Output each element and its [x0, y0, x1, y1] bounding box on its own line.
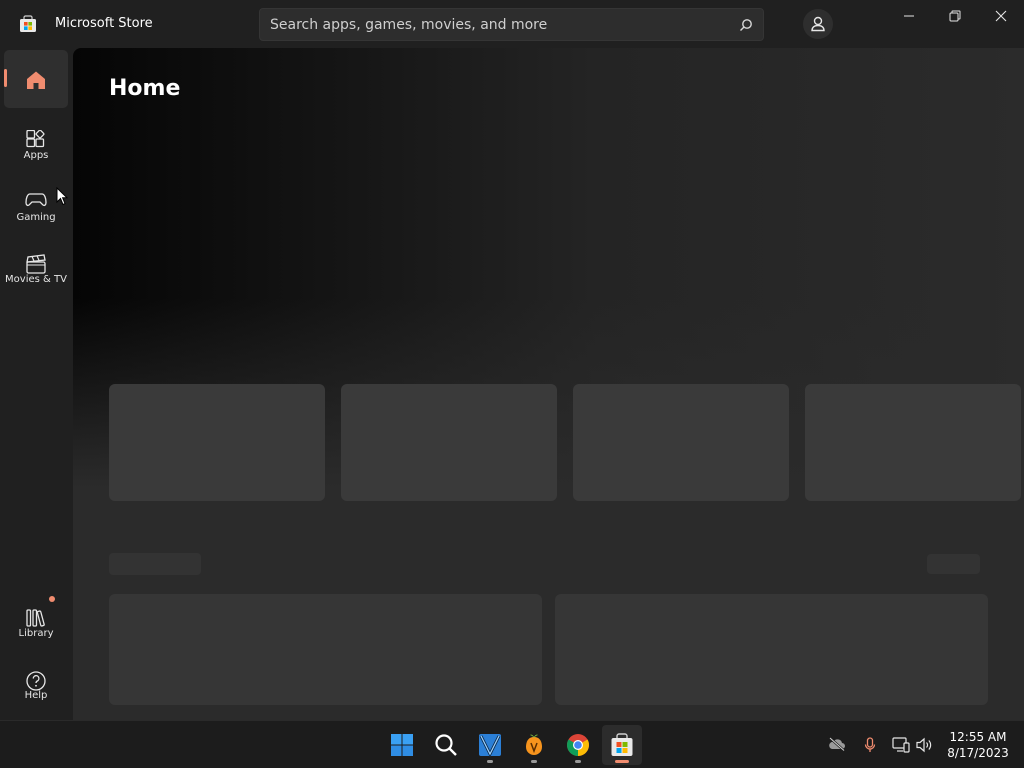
- search-icon: [435, 734, 457, 756]
- section-title-placeholder: [109, 553, 201, 575]
- sidebar: Apps Gaming Movies & TV Library Help: [0, 48, 73, 720]
- clapperboard-icon: [26, 254, 46, 274]
- fl-studio-icon: [526, 734, 542, 755]
- user-icon: [811, 16, 825, 32]
- mouse-cursor-icon: [56, 187, 68, 206]
- apps-icon: [26, 130, 45, 148]
- see-all-placeholder: [927, 554, 980, 574]
- sidebar-item-help[interactable]: Help: [4, 652, 68, 710]
- running-indicator: [575, 760, 581, 763]
- network-icon[interactable]: [892, 737, 910, 753]
- loading-card-wide[interactable]: [555, 594, 988, 705]
- sidebar-item-label: Apps: [23, 150, 49, 161]
- app-title: Microsoft Store: [55, 16, 153, 31]
- running-indicator: [487, 760, 493, 763]
- search-input[interactable]: [270, 15, 720, 35]
- sidebar-item-movies[interactable]: Movies & TV: [4, 236, 68, 294]
- sidebar-item-library[interactable]: Library: [4, 590, 68, 648]
- taskbar-app-fl-studio[interactable]: [514, 725, 554, 765]
- page-title: Home: [109, 76, 181, 101]
- search-icon[interactable]: [739, 18, 753, 32]
- sidebar-item-label: Help: [24, 690, 48, 701]
- taskbar-app-microsoft-store[interactable]: [602, 725, 642, 765]
- start-icon: [391, 734, 413, 756]
- sidebar-item-label: Movies & TV: [5, 274, 67, 285]
- video-editor-icon: [479, 734, 501, 757]
- clock-time: 12:55 AM: [949, 730, 1007, 744]
- chrome-icon: [567, 734, 589, 756]
- main-content: Home: [73, 48, 1024, 720]
- microsoft-store-icon: [611, 733, 633, 756]
- account-button[interactable]: [803, 9, 833, 39]
- clock-date: 8/17/2023: [947, 746, 1009, 760]
- close-icon: [995, 10, 1007, 22]
- sidebar-item-label: Gaming: [16, 212, 56, 223]
- microphone-icon[interactable]: [864, 737, 876, 753]
- taskbar-app-chrome[interactable]: [558, 725, 598, 765]
- sidebar-item-apps[interactable]: Apps: [4, 112, 68, 170]
- library-update-badge: [49, 596, 55, 602]
- volume-icon[interactable]: [916, 737, 934, 753]
- help-icon: [26, 671, 46, 691]
- library-icon: [26, 609, 45, 627]
- taskbar-clock[interactable]: 12:55 AM 8/17/2023: [945, 729, 1011, 761]
- active-app-indicator: [615, 760, 629, 763]
- sidebar-item-label: Library: [18, 628, 54, 639]
- minimize-button[interactable]: [886, 0, 932, 32]
- onedrive-offline-icon[interactable]: [828, 737, 846, 751]
- taskbar: 12:55 AM 8/17/2023: [0, 720, 1024, 768]
- start-button[interactable]: [382, 725, 422, 765]
- loading-card[interactable]: [341, 384, 557, 501]
- restore-button[interactable]: [932, 0, 978, 32]
- loading-card[interactable]: [109, 384, 325, 501]
- active-indicator: [4, 69, 7, 87]
- close-button[interactable]: [978, 0, 1024, 32]
- taskbar-search-button[interactable]: [426, 725, 466, 765]
- microsoft-store-icon: [20, 15, 36, 32]
- loading-card[interactable]: [573, 384, 789, 501]
- minimize-icon: [904, 15, 914, 17]
- restore-icon: [949, 10, 961, 22]
- gamepad-icon: [25, 193, 47, 207]
- loading-card-wide[interactable]: [109, 594, 542, 705]
- sidebar-item-home[interactable]: [4, 50, 68, 108]
- loading-card[interactable]: [805, 384, 1021, 501]
- title-bar: Microsoft Store: [0, 0, 1024, 48]
- home-icon: [27, 71, 45, 89]
- running-indicator: [531, 760, 537, 763]
- taskbar-app-video-editor[interactable]: [470, 725, 510, 765]
- search-box[interactable]: [259, 8, 764, 41]
